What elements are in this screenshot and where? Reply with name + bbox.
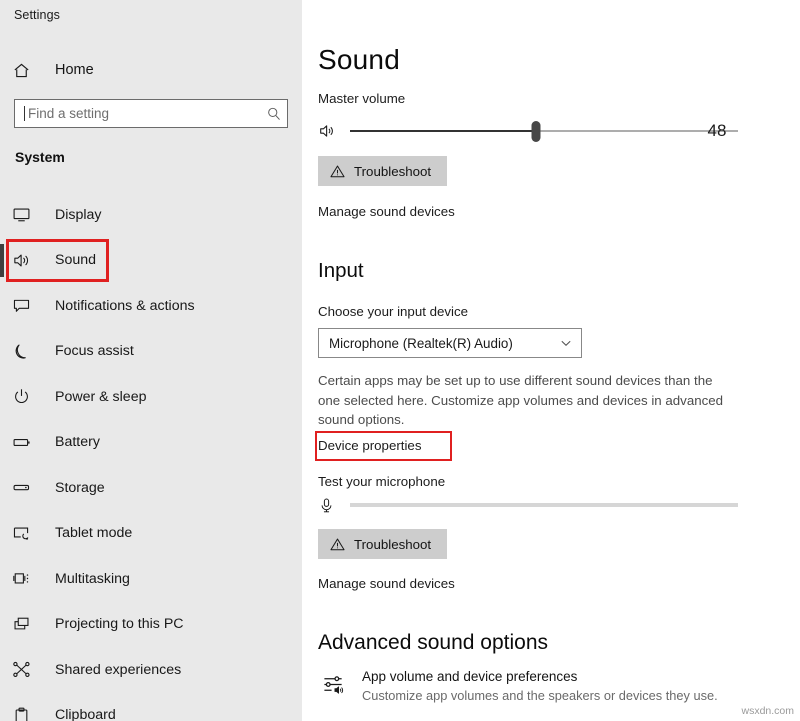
volume-track-fill bbox=[350, 130, 537, 132]
microphone-icon bbox=[318, 497, 340, 514]
input-device-dropdown[interactable]: Microphone (Realtek(R) Audio) bbox=[318, 328, 582, 358]
warning-triangle-icon bbox=[330, 164, 345, 179]
sidebar-item-shared-experiences[interactable]: Shared experiences bbox=[0, 647, 302, 693]
sidebar-item-home[interactable]: Home bbox=[0, 55, 302, 85]
sidebar-item-label: Sound bbox=[55, 252, 97, 269]
search-box[interactable] bbox=[14, 99, 288, 128]
sidebar: Settings Home System bbox=[0, 0, 302, 721]
sidebar-item-power-sleep[interactable]: Power & sleep bbox=[0, 374, 302, 420]
sidebar-item-label: Multitasking bbox=[55, 570, 130, 587]
input-troubleshoot-label: Troubleshoot bbox=[354, 536, 432, 552]
main-content: Sound Master volume 48 Troubleshoot Mana… bbox=[302, 0, 800, 721]
manage-sound-devices-link-output[interactable]: Manage sound devices bbox=[318, 204, 455, 219]
input-info-text: Certain apps may be set up to use differ… bbox=[318, 373, 724, 427]
sidebar-item-display[interactable]: Display bbox=[0, 192, 302, 238]
sidebar-item-clipboard[interactable]: Clipboard bbox=[0, 693, 302, 721]
sidebar-item-projecting[interactable]: Projecting to this PC bbox=[0, 602, 302, 648]
multitasking-icon bbox=[12, 569, 42, 588]
clipboard-icon bbox=[12, 706, 42, 721]
sidebar-item-label: Shared experiences bbox=[55, 661, 182, 678]
sidebar-item-label: Tablet mode bbox=[55, 525, 133, 542]
app-volume-title: App volume and device preferences bbox=[362, 669, 578, 684]
input-device-selected-value: Microphone (Realtek(R) Audio) bbox=[329, 335, 513, 351]
microphone-level-bar bbox=[350, 503, 738, 507]
watermark: wsxdn.com bbox=[741, 705, 794, 717]
search-input[interactable] bbox=[25, 100, 261, 127]
sidebar-item-label: Display bbox=[55, 206, 102, 223]
app-volume-description: Customize app volumes and the speakers o… bbox=[362, 688, 718, 703]
sidebar-item-label: Focus assist bbox=[55, 343, 134, 360]
sidebar-home-label: Home bbox=[55, 62, 94, 78]
speaker-icon[interactable] bbox=[318, 122, 342, 140]
notification-bubble-icon bbox=[12, 296, 42, 315]
sidebar-item-label: Notifications & actions bbox=[55, 297, 195, 314]
sidebar-item-label: Battery bbox=[55, 434, 100, 451]
app-volume-text-block: App volume and device preferences Custom… bbox=[362, 668, 718, 705]
monitor-icon bbox=[12, 205, 42, 224]
storage-drive-icon bbox=[12, 478, 42, 497]
search-icon[interactable] bbox=[261, 106, 287, 122]
app-title: Settings bbox=[14, 8, 60, 22]
warning-triangle-icon bbox=[330, 537, 345, 552]
input-troubleshoot-button[interactable]: Troubleshoot bbox=[318, 529, 448, 559]
battery-icon bbox=[12, 433, 42, 452]
volume-slider-thumb[interactable] bbox=[531, 120, 541, 142]
sidebar-item-tablet-mode[interactable]: Tablet mode bbox=[0, 511, 302, 557]
app-volume-and-device-preferences-link[interactable]: App volume and device preferences Custom… bbox=[318, 668, 768, 705]
sidebar-item-multitasking[interactable]: Multitasking bbox=[0, 556, 302, 602]
sidebar-group-title: System bbox=[15, 149, 65, 165]
choose-input-device-label: Choose your input device bbox=[318, 304, 469, 319]
sidebar-item-label: Projecting to this PC bbox=[55, 616, 184, 633]
sidebar-item-storage[interactable]: Storage bbox=[0, 465, 302, 511]
tablet-mode-icon bbox=[12, 524, 42, 543]
volume-value: 48 bbox=[707, 121, 727, 140]
power-icon bbox=[12, 387, 42, 406]
microphone-level-meter bbox=[318, 492, 738, 518]
page-title: Sound bbox=[318, 44, 400, 75]
moon-icon bbox=[12, 342, 42, 361]
sidebar-item-sound[interactable]: Sound bbox=[0, 238, 302, 284]
home-icon bbox=[12, 61, 42, 80]
volume-track[interactable] bbox=[350, 120, 738, 142]
speaker-icon bbox=[12, 251, 42, 270]
output-troubleshoot-label: Troubleshoot bbox=[354, 163, 432, 179]
sidebar-nav-list: Display Sound Notifications & actions Fo… bbox=[0, 192, 302, 721]
sidebar-item-notifications[interactable]: Notifications & actions bbox=[0, 283, 302, 329]
manage-sound-devices-link-input[interactable]: Manage sound devices bbox=[318, 576, 455, 591]
test-microphone-label: Test your microphone bbox=[318, 474, 446, 489]
sidebar-item-focus-assist[interactable]: Focus assist bbox=[0, 329, 302, 375]
shared-experiences-icon bbox=[12, 660, 42, 679]
input-section-title: Input bbox=[318, 259, 364, 282]
chevron-down-icon[interactable] bbox=[551, 336, 581, 350]
sidebar-item-label: Storage bbox=[55, 479, 105, 496]
device-properties-link[interactable]: Device properties bbox=[318, 438, 421, 453]
master-volume-slider[interactable] bbox=[318, 118, 738, 144]
output-troubleshoot-button[interactable]: Troubleshoot bbox=[318, 156, 448, 186]
settings-window: Settings Home System bbox=[0, 0, 800, 721]
mixer-sliders-icon bbox=[318, 673, 348, 696]
master-volume-label: Master volume bbox=[318, 91, 406, 106]
projecting-icon bbox=[12, 615, 42, 634]
sidebar-item-battery[interactable]: Battery bbox=[0, 420, 302, 466]
sidebar-item-label: Clipboard bbox=[55, 707, 116, 721]
sidebar-item-label: Power & sleep bbox=[55, 388, 147, 405]
advanced-section-title: Advanced sound options bbox=[318, 631, 549, 654]
